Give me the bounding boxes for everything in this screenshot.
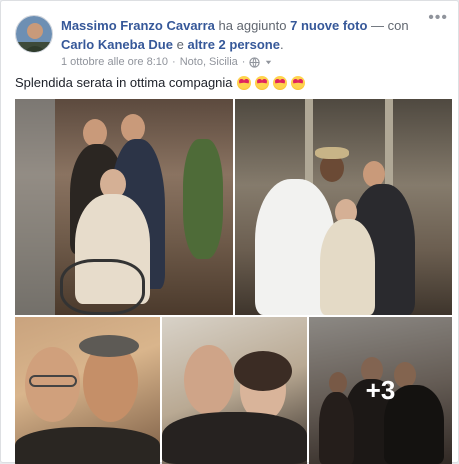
caption-text: Splendida serata in ottima compagnia [15,75,233,90]
action-text: ha aggiunto [218,18,287,33]
more-options-icon[interactable]: ••• [428,10,448,26]
with-text: — con [371,18,409,33]
period-text: . [279,37,284,52]
tagged-person-link[interactable]: Carlo Kaneba Due [61,37,173,52]
timestamp-link[interactable]: 1 ottobre alle ore 8:10 [61,56,168,68]
author-name-link[interactable]: Massimo Franzo Cavarra [61,18,215,33]
more-photos-count: +3 [365,375,396,405]
more-photos-overlay[interactable]: +3 [309,317,452,464]
chevron-down-icon[interactable] [264,58,273,67]
author-avatar[interactable] [15,15,53,53]
photo-1[interactable] [15,99,233,315]
photo-3[interactable] [15,317,160,464]
feed-post: Massimo Franzo Cavarra ha aggiunto 7 nuo… [0,0,459,464]
photo-5-more[interactable]: +3 [309,317,452,464]
post-header: Massimo Franzo Cavarra ha aggiunto 7 nuo… [61,16,431,54]
heart-eyes-emoji [290,75,305,90]
photo-2[interactable] [235,99,452,315]
post-caption: Splendida serata in ottima compagnia [15,75,305,90]
heart-eyes-emoji [272,75,287,90]
heart-eyes-emoji [236,75,251,90]
globe-icon[interactable] [249,56,261,68]
photo-4[interactable] [162,317,307,464]
post-meta: 1 ottobre alle ore 8:10 · Noto, Sicilia … [61,56,273,68]
others-link[interactable]: altre 2 persone [187,37,280,52]
heart-eyes-emoji [254,75,269,90]
and-text: e [176,37,184,52]
photos-link[interactable]: 7 nuove foto [290,18,367,33]
location-link[interactable]: Noto, Sicilia [180,56,238,68]
